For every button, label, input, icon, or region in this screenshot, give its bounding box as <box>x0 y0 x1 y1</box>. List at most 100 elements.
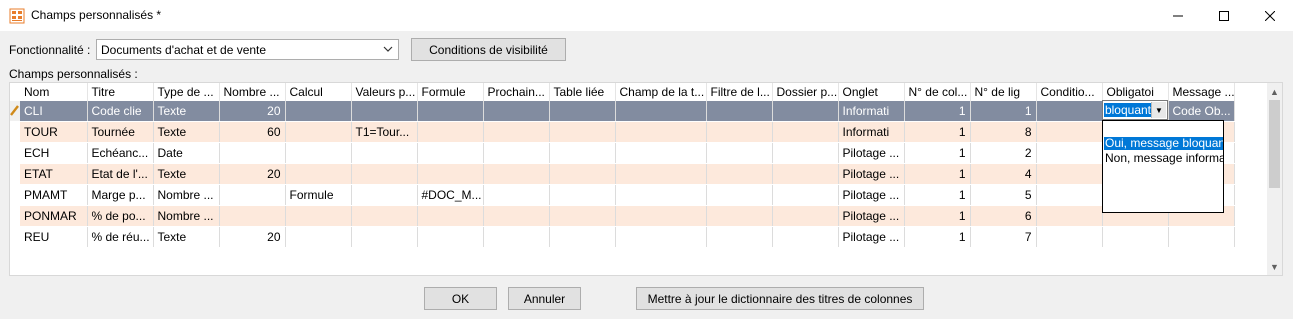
column-header[interactable]: Calcul <box>285 83 352 101</box>
conditions-visibilite-button[interactable]: Conditions de visibilité <box>411 38 566 61</box>
table-cell[interactable] <box>772 101 839 122</box>
table-cell[interactable] <box>615 205 707 227</box>
table-cell[interactable] <box>483 205 550 227</box>
table-cell[interactable]: CLI <box>20 101 88 122</box>
table-cell[interactable] <box>772 163 839 185</box>
table-cell[interactable] <box>219 142 286 164</box>
table-cell[interactable] <box>285 205 352 227</box>
table-cell[interactable] <box>1036 142 1103 164</box>
table-cell[interactable]: Pilotage ... <box>838 226 905 248</box>
update-dictionary-button[interactable]: Mettre à jour le dictionnaire des titres… <box>636 287 924 310</box>
scroll-down-icon[interactable]: ▼ <box>1267 258 1282 275</box>
table-cell[interactable]: Nombre ... <box>153 205 220 227</box>
table-cell[interactable] <box>549 142 616 164</box>
table-cell[interactable] <box>772 142 839 164</box>
table-cell[interactable]: % de po... <box>87 205 154 227</box>
scroll-thumb[interactable] <box>1269 100 1280 188</box>
table-cell[interactable]: Texte <box>153 226 220 248</box>
table-cell[interactable] <box>706 163 773 185</box>
table-cell[interactable] <box>219 184 286 206</box>
table-cell[interactable]: 20 <box>219 101 286 122</box>
table-cell[interactable]: 8 <box>970 121 1037 143</box>
table-cell[interactable]: Texte <box>153 101 220 122</box>
table-cell[interactable] <box>219 205 286 227</box>
table-cell[interactable]: 5 <box>970 184 1037 206</box>
table-cell[interactable] <box>285 121 352 143</box>
table-cell[interactable] <box>417 205 484 227</box>
table-cell[interactable]: 1 <box>904 184 971 206</box>
table-cell[interactable] <box>615 142 707 164</box>
table-row[interactable]: ETAT Etat de l'... Texte 20 Pilotage ... 1 4 <box>10 163 1235 185</box>
column-header[interactable]: Message ... <box>1168 83 1235 101</box>
table-cell[interactable]: 1 <box>904 163 971 185</box>
column-header[interactable]: Table liée <box>549 83 616 101</box>
column-header[interactable]: Titre <box>87 83 154 101</box>
table-cell[interactable]: Texte <box>153 163 220 185</box>
table-cell[interactable]: 7 <box>970 226 1037 248</box>
table-cell[interactable]: 4 <box>970 163 1037 185</box>
table-cell[interactable]: Etat de l'... <box>87 163 154 185</box>
table-cell[interactable] <box>615 163 707 185</box>
dropdown-arrow-icon[interactable]: ▼ <box>1151 102 1166 118</box>
table-cell[interactable] <box>549 101 616 122</box>
column-header[interactable]: Obligatoi <box>1102 83 1169 101</box>
table-row[interactable]: PONMAR% de po... Nombre ... Pilotage ... 1 6 <box>10 205 1235 227</box>
table-cell[interactable]: 1 <box>904 142 971 164</box>
column-header[interactable]: Champ de la t... <box>615 83 707 101</box>
column-header[interactable]: Nom <box>20 83 88 101</box>
vertical-scrollbar[interactable]: ▲ ▼ <box>1267 83 1282 275</box>
table-cell[interactable]: Pilotage ... <box>838 205 905 227</box>
ok-button[interactable]: OK <box>424 287 497 310</box>
table-cell[interactable] <box>615 184 707 206</box>
dropdown-option-oui[interactable]: Oui, message bloquant <box>1104 137 1223 150</box>
table-cell[interactable] <box>483 121 550 143</box>
table-cell[interactable] <box>549 226 616 248</box>
table-cell[interactable]: Formule <box>285 184 352 206</box>
table-cell[interactable]: Code clie <box>87 101 154 122</box>
table-cell[interactable]: TOUR <box>20 121 88 143</box>
table-cell[interactable] <box>351 142 418 164</box>
table-cell[interactable] <box>772 205 839 227</box>
fonctionnalite-select[interactable]: Documents d'achat et de vente <box>96 39 399 60</box>
table-cell[interactable]: Marge p... <box>87 184 154 206</box>
table-cell[interactable] <box>549 184 616 206</box>
table-cell[interactable] <box>483 101 550 122</box>
column-header[interactable]: Type de ... <box>153 83 220 101</box>
table-cell[interactable]: Code Ob... <box>1168 101 1235 122</box>
minimize-button[interactable] <box>1155 0 1201 31</box>
table-cell[interactable] <box>1036 205 1103 227</box>
table-cell[interactable]: T1=Tour... <box>351 121 418 143</box>
table-cell[interactable] <box>417 226 484 248</box>
table-cell[interactable] <box>417 121 484 143</box>
table-cell[interactable]: Echéanc... <box>87 142 154 164</box>
table-cell[interactable] <box>1036 163 1103 185</box>
table-cell[interactable] <box>351 205 418 227</box>
table-cell[interactable]: 20 <box>219 226 286 248</box>
dropdown-option-empty[interactable] <box>1104 123 1223 136</box>
column-header[interactable]: Prochain... <box>483 83 550 101</box>
table-cell[interactable] <box>285 163 352 185</box>
table-row[interactable]: PMAMT Marge p... Nombre ... Formule #DOC_M..… <box>10 184 1235 206</box>
column-header[interactable]: Formule <box>417 83 484 101</box>
table-cell[interactable] <box>772 184 839 206</box>
table-cell[interactable] <box>417 142 484 164</box>
table-cell[interactable] <box>706 121 773 143</box>
table-cell[interactable] <box>417 101 484 122</box>
column-header[interactable]: Onglet <box>838 83 905 101</box>
custom-fields-grid[interactable]: Nom Titre Type de ... Nombre ... Calcul Valeu… <box>9 82 1283 276</box>
table-cell[interactable]: 2 <box>970 142 1037 164</box>
table-cell[interactable]: ETAT <box>20 163 88 185</box>
table-cell[interactable]: 1 <box>904 226 971 248</box>
table-cell[interactable] <box>285 226 352 248</box>
table-cell[interactable]: 1 <box>904 101 971 122</box>
table-cell[interactable]: 1 <box>970 101 1037 122</box>
column-header[interactable]: N° de col... <box>904 83 971 101</box>
table-cell[interactable] <box>706 142 773 164</box>
table-row[interactable]: CLICode clieTexte20Informati11bloquantCo… <box>10 101 1235 122</box>
table-cell[interactable]: PONMAR <box>20 205 88 227</box>
table-cell[interactable] <box>549 205 616 227</box>
table-cell[interactable]: Informati <box>838 101 905 122</box>
table-cell[interactable]: 1 <box>904 121 971 143</box>
table-cell[interactable] <box>351 184 418 206</box>
column-header[interactable]: Valeurs p... <box>351 83 418 101</box>
